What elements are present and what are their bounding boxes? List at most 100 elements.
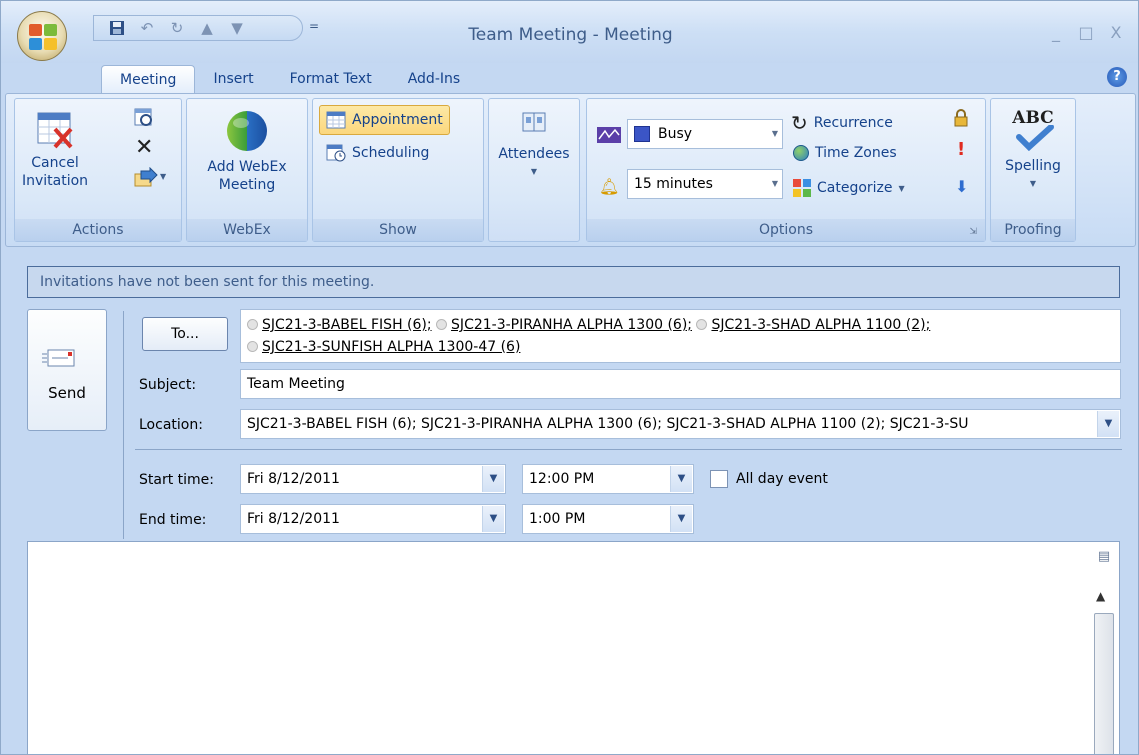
reminder-select[interactable]: 15 minutes ▼ [627,169,783,199]
show-as-select[interactable]: Busy ▼ [627,119,783,149]
add-webex-line2: Meeting [218,177,276,193]
form-separator [135,449,1122,450]
add-webex-meeting-button[interactable]: Add WebEx Meeting [191,109,303,194]
chevron-down-icon[interactable]: ▼ [482,466,504,492]
maximize-button[interactable]: □ [1075,23,1097,42]
start-time-value: 12:00 PM [529,471,595,487]
tab-format-text[interactable]: Format Text [272,65,390,93]
options-dialog-launcher-icon[interactable]: ⇲ [969,227,977,237]
ruler-toggle-icon[interactable]: ▤ [1095,549,1113,567]
help-icon[interactable]: ? [1107,67,1127,87]
recipient-item[interactable]: SJC21-3-SHAD ALPHA 1100 (2); [696,317,930,333]
start-time-select[interactable]: 12:00 PM ▼ [522,464,694,494]
end-time-value: 1:00 PM [529,511,586,527]
categorize-label: Categorize [817,180,893,196]
scheduling-label: Scheduling [352,145,430,161]
show-group: Appointment Scheduling Show [312,98,484,242]
address-book-check-icon[interactable] [133,107,155,129]
chevron-down-icon[interactable]: ▼ [482,506,504,532]
tab-insert[interactable]: Insert [195,65,271,93]
all-day-label: All day event [736,471,828,487]
attendees-label: Attendees [498,146,570,162]
scheduling-button[interactable]: Scheduling [326,143,429,163]
presence-icon [247,341,258,352]
to-button[interactable]: To... [142,317,228,351]
end-date-picker[interactable]: Fri 8/12/2011 ▼ [240,504,506,534]
minimize-button[interactable]: _ [1045,23,1067,42]
tab-add-ins[interactable]: Add-Ins [390,65,478,93]
presence-icon [436,319,448,330]
end-time-label: End time: [139,512,207,528]
recurrence-button[interactable]: ↻ Recurrence [791,111,893,135]
chevron-down-icon[interactable]: ▼ [670,506,692,532]
reminder-value: 15 minutes [634,176,713,192]
vertical-scrollbar[interactable]: ▤ ▲ [1092,545,1116,754]
title-bar: ↶ ↻ ▲ ▼ = Team Meeting - Meeting _ □ X [1,1,1138,63]
busy-color-swatch [634,126,650,142]
address-book-icon [521,111,547,133]
spelling-button[interactable]: ABC Spelling ▼ [993,107,1073,193]
message-body[interactable] [27,541,1120,754]
delete-icon[interactable]: ✕ [135,137,153,159]
spelling-label: Spelling [1005,158,1061,174]
reminder-bell-icon: 🔔︎ [599,177,620,196]
show-as-icon [597,127,621,143]
scroll-up-icon[interactable]: ▲ [1096,589,1105,603]
send-label: Send [48,384,86,402]
tab-meeting[interactable]: Meeting [101,65,196,93]
spelling-dropdown-icon: ▼ [1029,179,1037,188]
location-label: Location: [139,417,203,433]
office-button[interactable] [17,11,67,61]
chevron-down-icon[interactable]: ▼ [670,466,692,492]
spelling-check-icon: ABC [993,107,1073,157]
subject-label: Subject: [139,377,197,393]
recurrence-label: Recurrence [813,115,893,131]
start-date-value: Fri 8/12/2011 [247,471,340,487]
cancel-invitation-button[interactable]: Cancel Invitation [17,109,93,190]
appointment-button[interactable]: Appointment [319,105,450,135]
end-time-select[interactable]: 1:00 PM ▼ [522,504,694,534]
high-importance-icon[interactable]: ! [957,139,965,160]
private-lock-icon[interactable] [953,109,969,131]
add-webex-line1: Add WebEx [207,159,287,175]
appointment-label: Appointment [352,112,443,128]
recipient-item[interactable]: SJC21-3-BABEL FISH (6); [247,317,432,333]
window-title: Team Meeting - Meeting [468,25,673,45]
attendees-button[interactable]: Attendees ▼ [491,111,577,181]
meeting-window: ↶ ↻ ▲ ▼ = Team Meeting - Meeting _ □ X M… [0,0,1139,755]
recipient-item[interactable]: SJC21-3-SUNFISH ALPHA 1300-47 (6) [247,339,520,355]
scroll-thumb[interactable] [1094,613,1114,754]
presence-icon [696,319,708,330]
actions-group-label: Actions [15,219,181,241]
meeting-form: Send To... SJC21-3-BABEL FISH (6); SJC21… [17,301,1128,539]
low-importance-icon[interactable]: ⬇ [955,177,968,196]
subject-input[interactable]: Team Meeting [240,369,1121,399]
recurrence-icon: ↻ [791,111,808,135]
time-zones-button[interactable]: Time Zones [793,145,897,161]
cancel-label-line1: Cancel [31,155,79,171]
send-envelope-icon [42,349,75,367]
to-field[interactable]: SJC21-3-BABEL FISH (6); SJC21-3-PIRANHA … [240,309,1121,363]
options-group: Busy ▼ 🔔︎ 15 minutes ▼ ↻ Recurrence Time… [586,98,986,242]
show-as-value: Busy [658,126,693,142]
start-date-picker[interactable]: Fri 8/12/2011 ▼ [240,464,506,494]
office-logo-icon [29,24,57,50]
all-day-checkbox[interactable] [710,470,728,488]
chevron-down-icon[interactable]: ▼ [1097,411,1119,437]
location-input[interactable]: SJC21-3-BABEL FISH (6); SJC21-3-PIRANHA … [240,409,1121,439]
ribbon: Cancel Invitation ✕ ▼ Actions Add WebEx … [5,93,1136,247]
options-group-label: Options [587,219,985,241]
presence-icon [247,319,258,330]
svg-text:▼: ▼ [160,172,167,181]
form-divider [123,311,124,539]
close-button[interactable]: X [1105,23,1127,42]
chevron-down-icon: ▼ [771,179,778,188]
chevron-down-icon: ▼ [898,183,905,193]
categorize-button[interactable]: Categorize ▼ [793,179,905,197]
forward-icon[interactable]: ▼ [133,166,173,189]
attendees-dropdown-icon: ▼ [530,167,538,176]
recipient-item[interactable]: SJC21-3-PIRANHA ALPHA 1300 (6); [436,317,692,333]
ribbon-tabs: Meeting Insert Format Text Add-Ins [101,63,478,93]
send-button[interactable]: Send [27,309,107,431]
webex-group-label: WebEx [187,219,307,241]
